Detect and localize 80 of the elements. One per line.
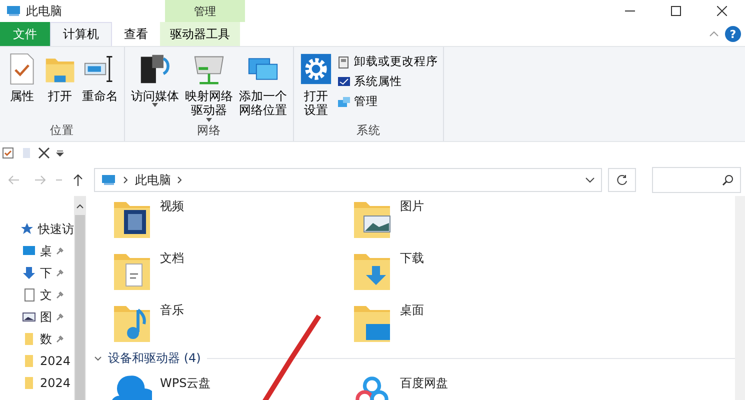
ribbon-button[interactable]: 打开设置 [298,53,334,118]
search-icon [722,174,734,186]
ribbon-tab[interactable]: 查看 [112,22,160,46]
scroll-up-icon[interactable] [76,204,84,209]
folder-item[interactable]: 文档 [112,248,352,292]
folder-item[interactable]: 下载 [352,248,592,292]
ribbon-small-button[interactable]: 管理 [336,93,439,110]
media-server-icon [139,53,171,85]
breadcrumb[interactable]: 此电脑 [135,172,171,188]
folder-item[interactable]: 桌面 [352,300,592,344]
ribbon-button[interactable]: 打开 [42,53,78,104]
star-icon [20,222,34,236]
sidebar-item[interactable]: 2024 [0,352,74,370]
scrollbar[interactable] [735,196,745,400]
ribbon-button[interactable]: 访问媒体 [129,53,181,108]
sidebar-item[interactable]: 图 [0,308,74,326]
sidebar-item[interactable]: 快速访 [0,220,74,238]
search-field[interactable] [652,167,741,193]
drive-item[interactable]: 百度网盘 [352,371,592,400]
customize-caret-icon[interactable] [56,149,64,157]
folder-item[interactable]: 视频 [112,196,352,240]
refresh-button[interactable] [608,168,636,192]
checked-box-icon[interactable] [2,147,14,159]
chevron-icon [177,176,183,184]
program-icon [337,54,351,68]
window-title: 此电脑 [26,2,62,20]
pin-icon [56,313,64,321]
ribbon-button[interactable]: 添加一个网络位置 [237,53,289,118]
computer-icon [6,4,22,18]
folder-icon [22,354,36,368]
sidebar-item[interactable]: 桌 [0,242,74,260]
folder-item[interactable]: 图片 [352,196,592,240]
ribbon-group-label: 位置 [49,123,75,139]
pin-icon [56,269,64,277]
ribbon-tab[interactable]: 驱动器工具 [160,22,240,46]
dropdown-caret-icon [152,103,158,108]
drive-item[interactable]: WPS云盘 [112,371,352,400]
sidebar-item[interactable]: 数 [0,330,74,348]
folder-item[interactable]: 音乐 [112,300,352,344]
computer-icon [101,173,117,187]
maximize-icon [671,6,681,16]
sidebar-item[interactable]: 2024 [0,374,74,392]
close-icon [717,6,727,16]
ribbon-small-button[interactable]: 卸载或更改程序 [336,53,439,70]
refresh-icon [616,174,628,186]
delete-icon[interactable] [38,147,50,159]
context-tab-header: 管理 [165,0,245,22]
sidebar-item[interactable]: 下 [0,264,74,282]
chevron-icon [123,176,129,184]
ribbon-button[interactable]: 映射网络驱动器 [183,53,235,122]
desktop-icon [22,244,36,258]
collapse-chevron-icon[interactable] [94,356,102,361]
collapse-ribbon-icon[interactable] [709,31,719,37]
document-icon [22,288,36,302]
folder-icon [22,376,36,390]
pin-icon [56,291,64,299]
dropdown-caret-icon [206,118,212,122]
computers-icon [337,94,351,108]
picture-icon [22,310,36,324]
folder-icon [22,332,36,346]
ribbon-tab[interactable]: 计算机 [50,22,112,46]
ribbon-group-label: 系统 [356,123,382,139]
address-bar[interactable]: 此电脑 [94,168,602,192]
scrollbar[interactable] [74,196,86,400]
scrollbar-thumb[interactable] [75,215,85,400]
pin-icon [56,247,64,255]
ribbon-small-button[interactable]: 系统属性 [336,73,439,90]
sidebar-item[interactable]: 文 [0,286,74,304]
ribbon-button[interactable]: 属性 [4,53,40,104]
dropdown-chevron-icon[interactable] [585,177,595,183]
ribbon-group-label: 网络 [196,123,222,139]
checked-screen-icon [337,74,351,88]
up-arrow-icon[interactable] [72,174,84,186]
help-button[interactable]: ? [725,26,741,42]
settings-icon [300,53,332,85]
pin-icon [56,335,64,343]
minimize-icon [625,10,635,12]
ribbon-button[interactable]: 重命名 [80,53,120,104]
section-heading: 设备和驱动器 (4) [108,350,201,367]
download-icon [22,266,36,280]
